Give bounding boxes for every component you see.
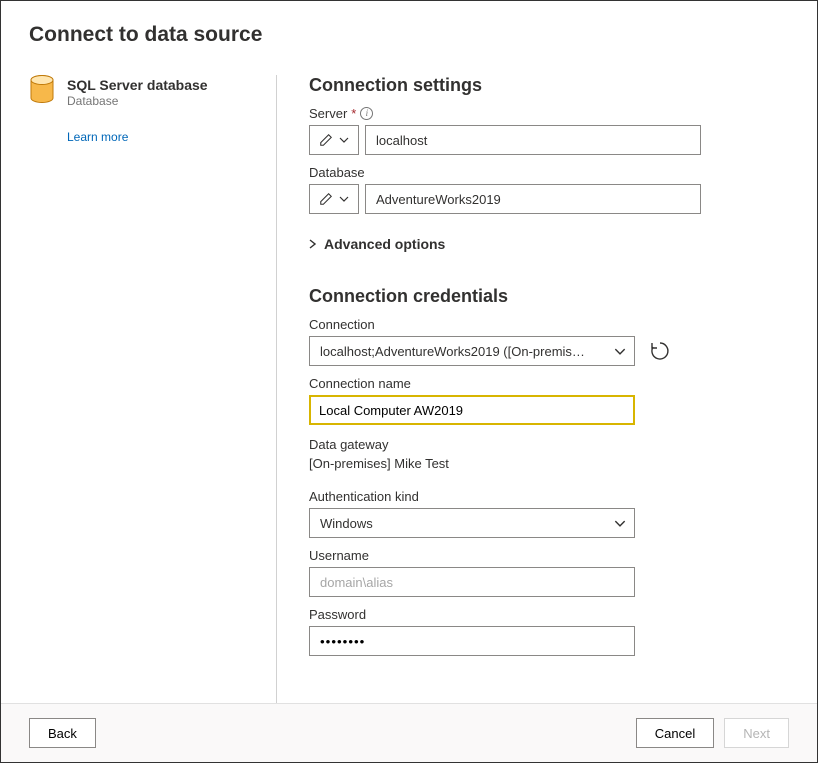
page-title: Connect to data source bbox=[1, 1, 817, 57]
datasource-category: Database bbox=[67, 94, 208, 108]
footer: Back Cancel Next bbox=[1, 703, 817, 762]
server-label: Server * i bbox=[309, 106, 789, 121]
server-edit-mode-selector[interactable] bbox=[309, 125, 359, 155]
auth-kind-dropdown[interactable]: Windows bbox=[309, 508, 635, 538]
refresh-icon[interactable] bbox=[649, 340, 671, 362]
datasource-title: SQL Server database bbox=[67, 77, 208, 93]
settings-heading: Connection settings bbox=[309, 75, 789, 96]
auth-kind-label: Authentication kind bbox=[309, 489, 789, 504]
chevron-down-icon bbox=[339, 137, 349, 143]
connection-name-label: Connection name bbox=[309, 376, 789, 391]
database-input[interactable] bbox=[365, 184, 701, 214]
required-asterisk: * bbox=[351, 106, 356, 121]
username-label: Username bbox=[309, 548, 789, 563]
info-icon[interactable]: i bbox=[360, 107, 373, 120]
username-input[interactable] bbox=[309, 567, 635, 597]
chevron-down-icon bbox=[614, 520, 626, 527]
pencil-icon bbox=[319, 192, 333, 206]
database-icon bbox=[29, 75, 55, 105]
connection-name-input[interactable] bbox=[309, 395, 635, 425]
pencil-icon bbox=[319, 133, 333, 147]
advanced-options-toggle[interactable]: Advanced options bbox=[309, 236, 789, 252]
connection-dropdown[interactable]: localhost;AdventureWorks2019 ([On-premis… bbox=[309, 336, 635, 366]
chevron-down-icon bbox=[339, 196, 349, 202]
cancel-button[interactable]: Cancel bbox=[636, 718, 714, 748]
server-input[interactable] bbox=[365, 125, 701, 155]
learn-more-link[interactable]: Learn more bbox=[67, 130, 128, 144]
sidebar: SQL Server database Database Learn more bbox=[29, 75, 277, 703]
data-gateway-value: [On-premises] Mike Test bbox=[309, 456, 789, 471]
chevron-down-icon bbox=[614, 348, 626, 355]
password-input[interactable] bbox=[309, 626, 635, 656]
next-button: Next bbox=[724, 718, 789, 748]
database-edit-mode-selector[interactable] bbox=[309, 184, 359, 214]
chevron-right-icon bbox=[309, 239, 316, 249]
back-button[interactable]: Back bbox=[29, 718, 96, 748]
connection-label: Connection bbox=[309, 317, 789, 332]
password-label: Password bbox=[309, 607, 789, 622]
database-label: Database bbox=[309, 165, 789, 180]
data-gateway-label: Data gateway bbox=[309, 437, 789, 452]
credentials-heading: Connection credentials bbox=[309, 286, 789, 307]
